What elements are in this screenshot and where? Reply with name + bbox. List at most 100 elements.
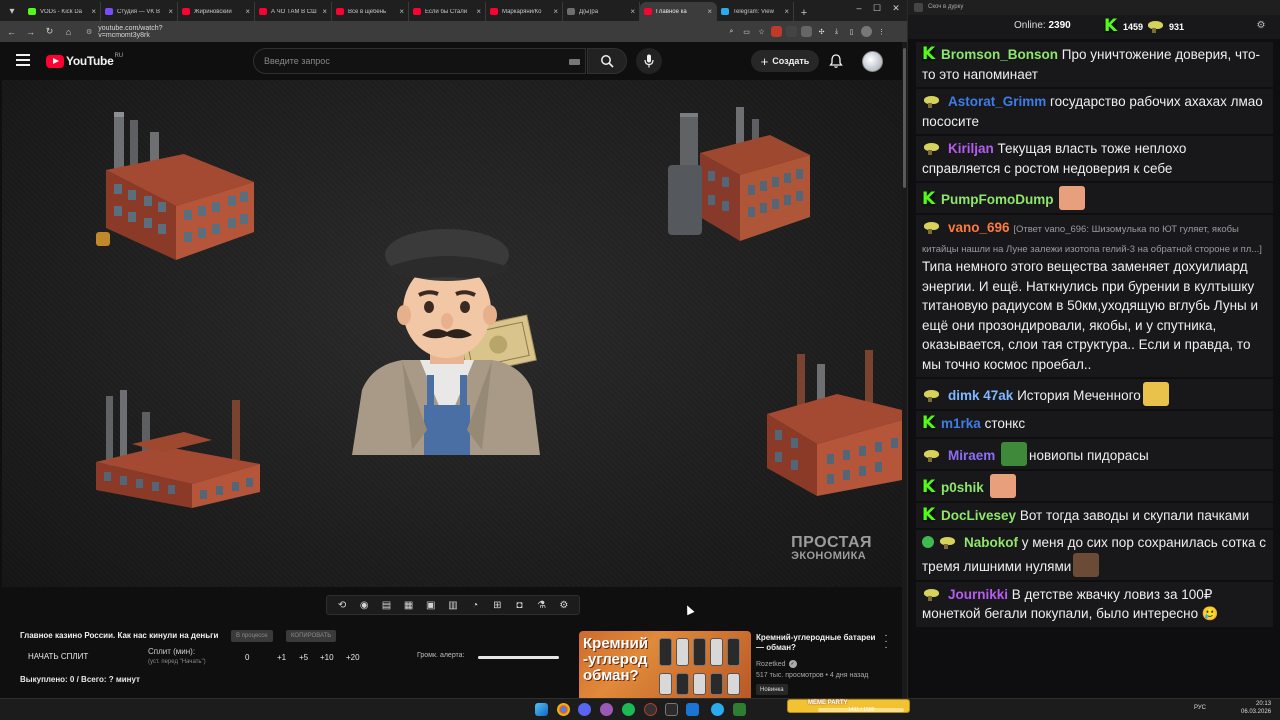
- search-input[interactable]: Введите запрос: [253, 48, 586, 74]
- copy-button[interactable]: КОПИРОВАТЬ: [286, 630, 337, 642]
- chrome-icon[interactable]: [557, 703, 570, 716]
- clapper-icon[interactable]: ▦: [402, 599, 416, 611]
- new-tab-button[interactable]: +: [797, 5, 811, 21]
- tab-close-icon[interactable]: ×: [707, 7, 712, 16]
- windows-start-icon[interactable]: [535, 703, 548, 716]
- tab-close-icon[interactable]: ×: [630, 7, 635, 16]
- chat-username[interactable]: p0shik: [941, 480, 984, 495]
- loop-icon[interactable]: ⟲: [335, 599, 349, 611]
- scrollbar-thumb[interactable]: [903, 48, 906, 188]
- maximize-icon[interactable]: ☐: [869, 3, 885, 14]
- recommendation-title[interactable]: Кремний-углеродные батареи — обман?: [756, 633, 876, 654]
- home-icon[interactable]: ⌂: [61, 24, 76, 39]
- keyboard-icon[interactable]: [569, 59, 580, 65]
- tab-close-icon[interactable]: ×: [476, 7, 481, 16]
- extension-red-icon[interactable]: [771, 26, 782, 37]
- chat-username[interactable]: Miraem: [948, 448, 995, 463]
- split-plus-5-button[interactable]: +5: [299, 653, 308, 662]
- site-info-icon[interactable]: ⚙: [86, 28, 92, 36]
- account-avatar[interactable]: [862, 51, 883, 72]
- browser-tab[interactable]: А ЧО ТАМ В СШ ×: [255, 2, 332, 21]
- minimize-icon[interactable]: –: [851, 3, 867, 13]
- back-icon[interactable]: ←: [4, 24, 19, 39]
- input-language[interactable]: РУС: [1194, 705, 1206, 711]
- start-split-button[interactable]: НАЧАТЬ СПЛИТ: [28, 652, 88, 661]
- browser-tab[interactable]: Если бы Стали ×: [409, 2, 486, 21]
- browser-tab[interactable]: VODs - Kick Da ×: [24, 2, 101, 21]
- speed-icon[interactable]: ◔: [468, 599, 482, 611]
- app-icon[interactable]: [733, 703, 746, 716]
- tab-close-icon[interactable]: ×: [91, 7, 96, 16]
- forward-icon[interactable]: →: [23, 24, 38, 39]
- video-player[interactable]: ПРОСТАЯ ЭКОНОМИКА: [2, 80, 902, 587]
- chat-username[interactable]: Kiriljan: [948, 141, 994, 156]
- screenshot-add-icon[interactable]: ⊞: [490, 599, 504, 611]
- camera-icon[interactable]: ◘: [512, 599, 526, 611]
- split-plus-1-button[interactable]: +1: [277, 653, 286, 662]
- chat-username[interactable]: dimk 47ak: [948, 388, 1013, 403]
- reload-icon[interactable]: ↻: [42, 24, 57, 39]
- extension-icon[interactable]: [801, 26, 812, 37]
- chat-username[interactable]: DocLivesey: [941, 508, 1016, 523]
- meme-party-widget[interactable]: MEME PARTY 1431 / 1500: [787, 699, 910, 713]
- chat-username[interactable]: PumpFomoDump: [941, 192, 1054, 207]
- discord-icon[interactable]: [578, 703, 591, 716]
- tab-close-icon[interactable]: ×: [784, 7, 789, 16]
- browser-tab[interactable]: Все в щебень ×: [332, 2, 409, 21]
- browser-menu-icon[interactable]: ⋮: [876, 26, 887, 37]
- more-options-icon[interactable]: · · ·: [882, 631, 890, 653]
- browser-tab[interactable]: Маркаряни/Ко ×: [486, 2, 563, 21]
- profile-icon[interactable]: [861, 26, 872, 37]
- frames-icon[interactable]: ▥: [446, 599, 460, 611]
- sidepanel-icon[interactable]: ▯: [846, 26, 857, 37]
- youtube-logo[interactable]: YouTube RU: [46, 53, 123, 68]
- hamburger-menu-icon[interactable]: [16, 54, 30, 66]
- chat-username[interactable]: m1rka: [941, 416, 981, 431]
- zoom-icon[interactable]: ⌕: [726, 26, 737, 37]
- tab-close-icon[interactable]: ×: [245, 7, 250, 16]
- browser-tab[interactable]: Telegram: View ×: [717, 2, 794, 21]
- split-value[interactable]: 0: [245, 653, 249, 662]
- create-button[interactable]: + Создать: [751, 50, 819, 72]
- close-window-icon[interactable]: ✕: [888, 3, 904, 14]
- chat-settings-icon[interactable]: ⚙: [1254, 20, 1268, 34]
- tab-close-icon[interactable]: ×: [168, 7, 173, 16]
- chat-username[interactable]: Journikki: [948, 587, 1008, 602]
- notifications-bell-icon[interactable]: [828, 53, 844, 69]
- playlist-add-icon[interactable]: ▤: [379, 599, 393, 611]
- spotify-icon[interactable]: [622, 703, 635, 716]
- chat-username[interactable]: Nabokof: [964, 535, 1018, 550]
- app-icon[interactable]: [665, 703, 678, 716]
- voice-search-button[interactable]: [636, 48, 662, 74]
- split-plus-20-button[interactable]: +20: [346, 653, 360, 662]
- browser-tab[interactable]: Д(ы)ра ×: [563, 2, 640, 21]
- chat-username[interactable]: vano_696: [948, 220, 1010, 235]
- browser-tab[interactable]: Студия — VK В ×: [101, 2, 178, 21]
- telegram-icon[interactable]: [711, 703, 724, 716]
- flask-icon[interactable]: ⚗: [535, 599, 549, 611]
- split-plus-10-button[interactable]: +10: [320, 653, 334, 662]
- extension-counter-icon[interactable]: [786, 26, 797, 37]
- tab-close-icon[interactable]: ×: [553, 7, 558, 16]
- broadcast-icon[interactable]: ◉: [357, 599, 371, 611]
- settings-gear-icon[interactable]: ⚙: [557, 599, 571, 611]
- cast-icon[interactable]: ▭: [741, 26, 752, 37]
- recommendation-thumbnail[interactable]: Кремний -углерод обман?: [579, 631, 751, 698]
- in-progress-chip[interactable]: В процессе: [231, 630, 273, 642]
- picture-in-picture-icon[interactable]: ▣: [424, 599, 438, 611]
- address-bar[interactable]: ⚙ youtube.com/watch?v=mcmomt3y8rk: [78, 24, 198, 39]
- search-button[interactable]: [587, 48, 627, 74]
- obs-icon[interactable]: [644, 703, 657, 716]
- browser-tab[interactable]: Главное ка ×: [640, 2, 717, 21]
- tab-search-icon[interactable]: ▾: [4, 3, 20, 19]
- bookmark-star-icon[interactable]: ☆: [756, 26, 767, 37]
- extensions-puzzle-icon[interactable]: ✣: [816, 26, 827, 37]
- browser-tab[interactable]: Жириновский ×: [178, 2, 255, 21]
- media-player-icon[interactable]: [686, 703, 699, 716]
- tab-close-icon[interactable]: ×: [399, 7, 404, 16]
- alert-volume-slider[interactable]: [478, 656, 559, 659]
- clock[interactable]: 20:13 06.03.2026: [1241, 700, 1271, 716]
- chat-username[interactable]: Bromson_Bonson: [941, 47, 1058, 62]
- chat-username[interactable]: Astorat_Grimm: [948, 94, 1046, 109]
- recommendation-channel[interactable]: Rozetked ✓: [756, 660, 797, 668]
